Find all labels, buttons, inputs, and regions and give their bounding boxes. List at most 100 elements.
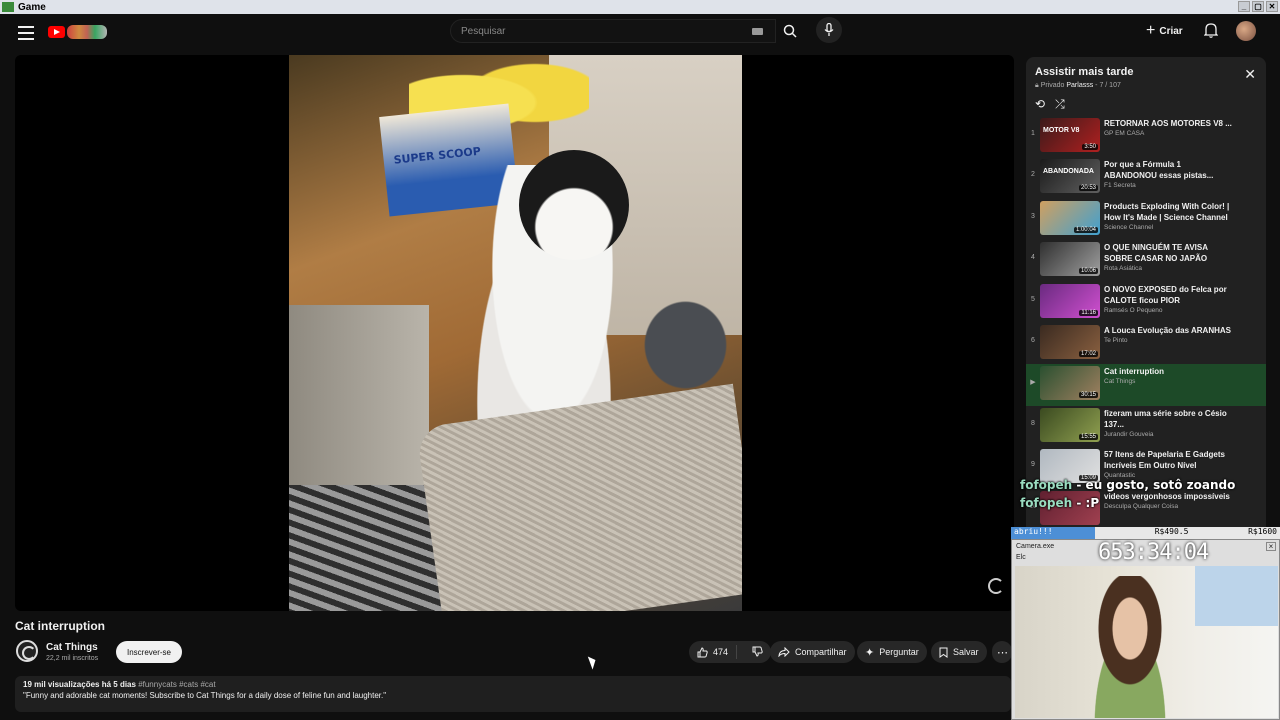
create-button[interactable]: + Criar [1146, 19, 1183, 43]
webcam-background-window [1195, 566, 1278, 626]
more-icon: ⋯ [997, 646, 1008, 659]
dislike-button[interactable] [742, 646, 763, 659]
hashtags[interactable]: #funnycats #cats #cat [138, 680, 215, 689]
user-avatar[interactable] [1236, 21, 1256, 41]
webcam-window: Camera.exe Elc × [1011, 539, 1280, 720]
share-button[interactable]: Compartilhar [770, 641, 855, 663]
playlist-item-thumbnail[interactable]: 10:06 [1040, 242, 1100, 277]
webcam-streamer [1075, 576, 1185, 718]
sparkle-icon: ✦ [865, 646, 875, 659]
hamburger-menu-icon[interactable] [18, 26, 34, 40]
chat-message: fofopeh - :P [1020, 496, 1235, 510]
playlist-item-title: Products Exploding With Color! | How It'… [1104, 201, 1230, 222]
minimize-button[interactable]: _ [1238, 1, 1250, 12]
playlist-item-index: 9 [1031, 461, 1035, 469]
playlist-item-duration: 10:06 [1078, 268, 1098, 275]
video-cat-head [519, 150, 629, 260]
share-label: Compartilhar [795, 647, 847, 657]
chat-username: fofopeh [1020, 478, 1073, 492]
playlist-item-channel: Cat Things [1104, 378, 1136, 386]
playlist-item-title: A Louca Evolução das ARANHAS [1104, 325, 1231, 335]
donation-current: R$490.5 [1154, 527, 1189, 536]
more-actions-button[interactable]: ⋯ [992, 641, 1012, 663]
video-meta: 19 mil visualizações há 5 dias #funnycat… [23, 680, 1003, 689]
subscribe-button[interactable]: Inscrever-se [116, 641, 182, 663]
close-window-button[interactable]: ✕ [1266, 1, 1278, 12]
playlist-item[interactable]: 1 MOTOR V8 3:50 RETORNAR AOS MOTORES V8 ...… [1026, 116, 1266, 157]
playlist-item-index: 6 [1031, 336, 1035, 344]
playlist-item-thumbnail[interactable]: 17:02 [1040, 324, 1100, 359]
thumbnail-text: MOTOR V8 [1043, 127, 1080, 134]
playlist-item-thumbnail[interactable]: 1:00:04 [1040, 200, 1100, 235]
playlist-item-title: Por que a Fórmula 1 ABANDONOU essas pist… [1104, 160, 1214, 181]
channel-avatar[interactable] [16, 640, 38, 662]
playlist-item[interactable]: 4 10:06 O QUE NINGUÉM TE AVISA SOBRE CASAR… [1026, 240, 1266, 281]
thumbs-up-icon [697, 646, 708, 657]
webcam-title: Camera.exe [1016, 543, 1055, 550]
chat-text: - eu gosto, sotô zoando [1076, 478, 1236, 492]
description-box[interactable]: 19 mil visualizações há 5 dias #funnycat… [15, 676, 1011, 712]
webcam-menu: Elc [1016, 554, 1026, 561]
search-button[interactable] [776, 19, 804, 43]
playlist-item[interactable]: 2 ABANDONADA 20:53 Por que a Fórmula 1 ABAN… [1026, 157, 1266, 198]
channel-watermark-icon[interactable] [988, 578, 1004, 594]
shuffle-icon[interactable]: ⤮ [1055, 97, 1065, 112]
video-frame[interactable]: SUPER SCOOP [289, 55, 742, 611]
playlist-item-thumbnail[interactable]: 11:16 [1040, 283, 1100, 318]
playlist-item-title: O NOVO EXPOSED do Felca por CALOTE ficou… [1104, 284, 1227, 305]
thumbnail-text: ABANDONADA [1043, 168, 1094, 176]
playlist-title[interactable]: Assistir mais tarde [1035, 66, 1133, 78]
playlist-item-thumbnail[interactable]: 15:55 [1040, 407, 1100, 442]
youtube-logo[interactable] [48, 23, 110, 41]
create-label: Criar [1159, 25, 1183, 37]
like-dislike-group: 474 [689, 641, 771, 663]
channel-name[interactable]: Cat Things [46, 642, 98, 653]
stream-timer: 653:34:04 [1098, 540, 1209, 565]
video-towel [289, 305, 429, 505]
playlist-item-index: ▶ [1030, 379, 1036, 387]
search-icon [783, 24, 797, 38]
save-button[interactable]: Salvar [931, 641, 987, 663]
playlist-item-title: 57 Itens de Papelaria E Gadgets Incrívei… [1104, 450, 1225, 471]
playlist-item-duration: 15:55 [1078, 433, 1098, 440]
like-count: 474 [713, 647, 729, 657]
search-input[interactable]: Pesquisar [450, 19, 776, 43]
window-title: Game [18, 1, 46, 13]
like-button[interactable]: 474 [689, 645, 737, 659]
playlist-controls: ⟲ ⤮ [1035, 97, 1065, 112]
playlist-item-thumbnail[interactable]: MOTOR V8 3:50 [1040, 118, 1100, 152]
webcam-feed [1015, 566, 1278, 718]
close-playlist-icon[interactable]: ✕ [1244, 66, 1256, 83]
maximize-button[interactable]: ▢ [1252, 1, 1264, 12]
notifications-button[interactable] [1203, 22, 1219, 43]
donation-label: abriu!!! [1011, 527, 1095, 539]
logo-doodle-icon [67, 25, 107, 39]
bookmark-icon [939, 647, 948, 658]
description-text: "Funny and adorable cat moments! Subscri… [23, 691, 387, 700]
playlist-position: - 7 / 107 [1095, 82, 1121, 89]
playlist-panel: Assistir mais tarde ✕ 🔒︎ Privado Parlass… [1026, 57, 1266, 527]
playlist-item[interactable]: ▶ 30:15 Cat interruption Cat Things [1026, 364, 1266, 406]
search-placeholder: Pesquisar [461, 25, 506, 37]
video-player[interactable]: SUPER SCOOP [15, 55, 1014, 611]
loop-icon[interactable]: ⟲ [1035, 97, 1045, 112]
playlist-item-channel: Rota Asiática [1104, 265, 1142, 273]
keyboard-icon[interactable] [752, 28, 763, 35]
playlist-owner[interactable]: Parlasss [1066, 82, 1093, 89]
playlist-item[interactable]: 8 15:55 fizeram uma série sobre o Césio 13… [1026, 406, 1266, 447]
playlist-item-channel: Jurandir Gouveia [1104, 430, 1154, 438]
ask-button[interactable]: ✦ Perguntar [857, 641, 927, 663]
window-titlebar: Game _ ▢ ✕ [0, 0, 1280, 14]
playlist-item-duration: 20:53 [1078, 185, 1098, 192]
playlist-item-thumbnail[interactable]: 30:15 [1040, 366, 1100, 401]
save-label: Salvar [953, 647, 979, 657]
playlist-item[interactable]: 6 17:02 A Louca Evolução das ARANHAS Te Pin… [1026, 323, 1266, 364]
voice-search-button[interactable] [816, 17, 842, 43]
playlist-item-index: 8 [1031, 419, 1035, 427]
playlist-item[interactable]: 5 11:16 O NOVO EXPOSED do Felca por CALOTE… [1026, 282, 1266, 323]
mouse-cursor-icon [587, 654, 599, 670]
donation-goal: R$1600 [1248, 527, 1277, 536]
playlist-item-channel: Ramsés O Pequeno [1104, 306, 1163, 314]
playlist-item-thumbnail[interactable]: ABANDONADA 20:53 [1040, 159, 1100, 194]
playlist-item[interactable]: 3 1:00:04 Products Exploding With Color! |… [1026, 199, 1266, 240]
